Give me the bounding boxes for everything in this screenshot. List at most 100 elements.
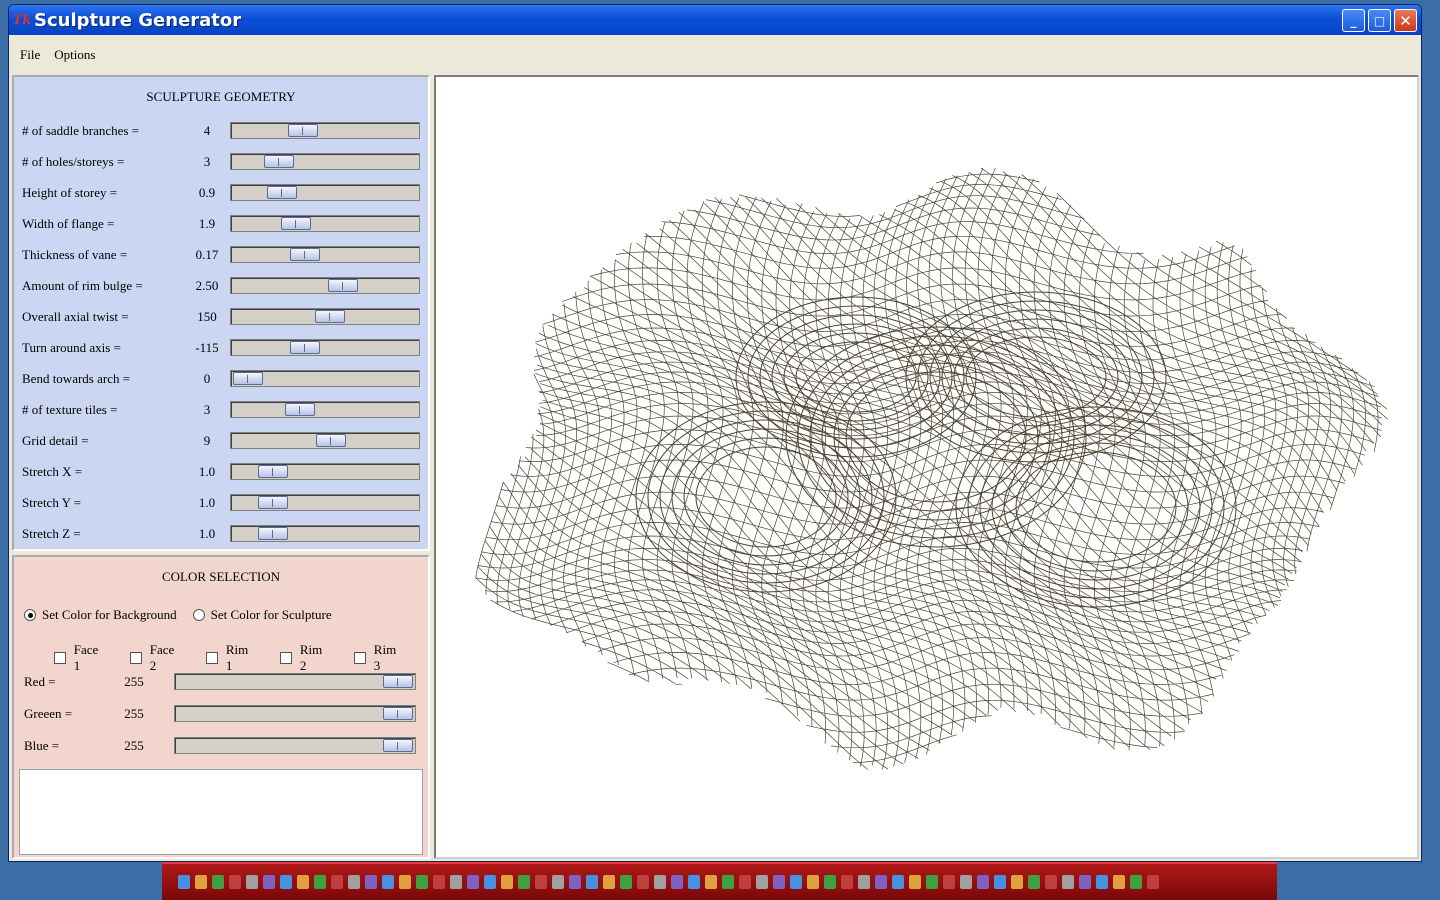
taskbar-app-icon[interactable] [603,875,615,889]
channel-slider[interactable] [174,705,416,722]
taskbar-app-icon[interactable] [569,875,581,889]
taskbar-app-icon[interactable] [263,875,275,889]
taskbar-app-icon[interactable] [637,875,649,889]
param-slider[interactable] [230,308,420,325]
taskbar-app-icon[interactable] [535,875,547,889]
taskbar-app-icon[interactable] [348,875,360,889]
taskbar-app-icon[interactable] [875,875,887,889]
param-slider[interactable] [230,494,420,511]
radio-background[interactable] [24,609,36,621]
taskbar-app-icon[interactable] [280,875,292,889]
taskbar-app-icon[interactable] [1147,875,1159,889]
slider-thumb[interactable] [257,496,288,509]
menu-file[interactable]: File [13,47,47,63]
taskbar-app-icon[interactable] [1113,875,1125,889]
slider-thumb[interactable] [266,186,297,199]
checkbox-rim-1[interactable] [206,652,218,664]
taskbar-app-icon[interactable] [807,875,819,889]
taskbar-app-icon[interactable] [586,875,598,889]
taskbar-app-icon[interactable] [654,875,666,889]
taskbar-app-icon[interactable] [518,875,530,889]
taskbar-app-icon[interactable] [501,875,513,889]
param-slider[interactable] [230,525,420,542]
taskbar-app-icon[interactable] [212,875,224,889]
param-slider[interactable] [230,432,420,449]
taskbar-app-icon[interactable] [909,875,921,889]
slider-thumb[interactable] [263,155,294,168]
taskbar-app-icon[interactable] [467,875,479,889]
taskbar-app-icon[interactable] [620,875,632,889]
checkbox-face-1[interactable] [54,652,66,664]
taskbar-app-icon[interactable] [994,875,1006,889]
channel-slider[interactable] [174,737,416,754]
close-button[interactable]: ✕ [1394,9,1417,32]
slider-thumb[interactable] [289,248,320,261]
slider-thumb[interactable] [288,124,319,137]
taskbar-app-icon[interactable] [178,875,190,889]
checkbox-rim-3[interactable] [354,652,366,664]
taskbar-app-icon[interactable] [1045,875,1057,889]
taskbar-app-icon[interactable] [943,875,955,889]
slider-thumb[interactable] [233,372,263,385]
checkbox-face-2[interactable] [130,652,142,664]
slider-thumb[interactable] [328,279,359,292]
taskbar-app-icon[interactable] [382,875,394,889]
slider-thumb[interactable] [383,739,413,752]
maximize-button[interactable]: □ [1368,9,1391,32]
slider-thumb[interactable] [280,217,311,230]
param-slider[interactable] [230,339,420,356]
taskbar-app-icon[interactable] [1062,875,1074,889]
status-area[interactable] [19,769,423,855]
taskbar-app-icon[interactable] [229,875,241,889]
param-slider[interactable] [230,401,420,418]
taskbar-app-icon[interactable] [314,875,326,889]
slider-thumb[interactable] [383,707,413,720]
taskbar-app-icon[interactable] [824,875,836,889]
taskbar-app-icon[interactable] [705,875,717,889]
taskbar-app-icon[interactable] [1011,875,1023,889]
slider-thumb[interactable] [316,434,347,447]
taskbar-app-icon[interactable] [722,875,734,889]
taskbar-app-icon[interactable] [671,875,683,889]
taskbar-app-icon[interactable] [739,875,751,889]
param-slider[interactable] [230,463,420,480]
menu-options[interactable]: Options [47,47,102,63]
taskbar-app-icon[interactable] [365,875,377,889]
title-bar[interactable]: Tk Sculpture Generator _ □ ✕ [9,5,1421,35]
param-slider[interactable] [230,184,420,201]
taskbar-app-icon[interactable] [399,875,411,889]
taskbar-app-icon[interactable] [756,875,768,889]
minimize-button[interactable]: _ [1342,9,1365,32]
taskbar-app-icon[interactable] [1130,875,1142,889]
slider-thumb[interactable] [257,527,288,540]
sculpture-canvas[interactable] [434,75,1419,859]
taskbar-app-icon[interactable] [246,875,258,889]
slider-thumb[interactable] [289,341,320,354]
slider-thumb[interactable] [285,403,316,416]
slider-thumb[interactable] [257,465,288,478]
taskbar-app-icon[interactable] [977,875,989,889]
taskbar-app-icon[interactable] [892,875,904,889]
taskbar-app-icon[interactable] [1096,875,1108,889]
taskbar-app-icon[interactable] [416,875,428,889]
taskbar-app-icon[interactable] [433,875,445,889]
param-slider[interactable] [230,277,420,294]
taskbar-app-icon[interactable] [688,875,700,889]
taskbar-app-icon[interactable] [790,875,802,889]
param-slider[interactable] [230,153,420,170]
taskbar-app-icon[interactable] [1079,875,1091,889]
taskbar-app-icon[interactable] [926,875,938,889]
slider-thumb[interactable] [383,675,413,688]
taskbar-app-icon[interactable] [773,875,785,889]
slider-thumb[interactable] [314,310,345,323]
radio-sculpture[interactable] [192,609,205,621]
param-slider[interactable] [230,370,420,387]
taskbar-app-icon[interactable] [331,875,343,889]
taskbar-app-icon[interactable] [960,875,972,889]
taskbar-app-icon[interactable] [297,875,309,889]
checkbox-rim-2[interactable] [280,652,292,664]
taskbar-app-icon[interactable] [484,875,496,889]
taskbar-app-icon[interactable] [195,875,207,889]
taskbar-app-icon[interactable] [858,875,870,889]
param-slider[interactable] [230,122,420,139]
